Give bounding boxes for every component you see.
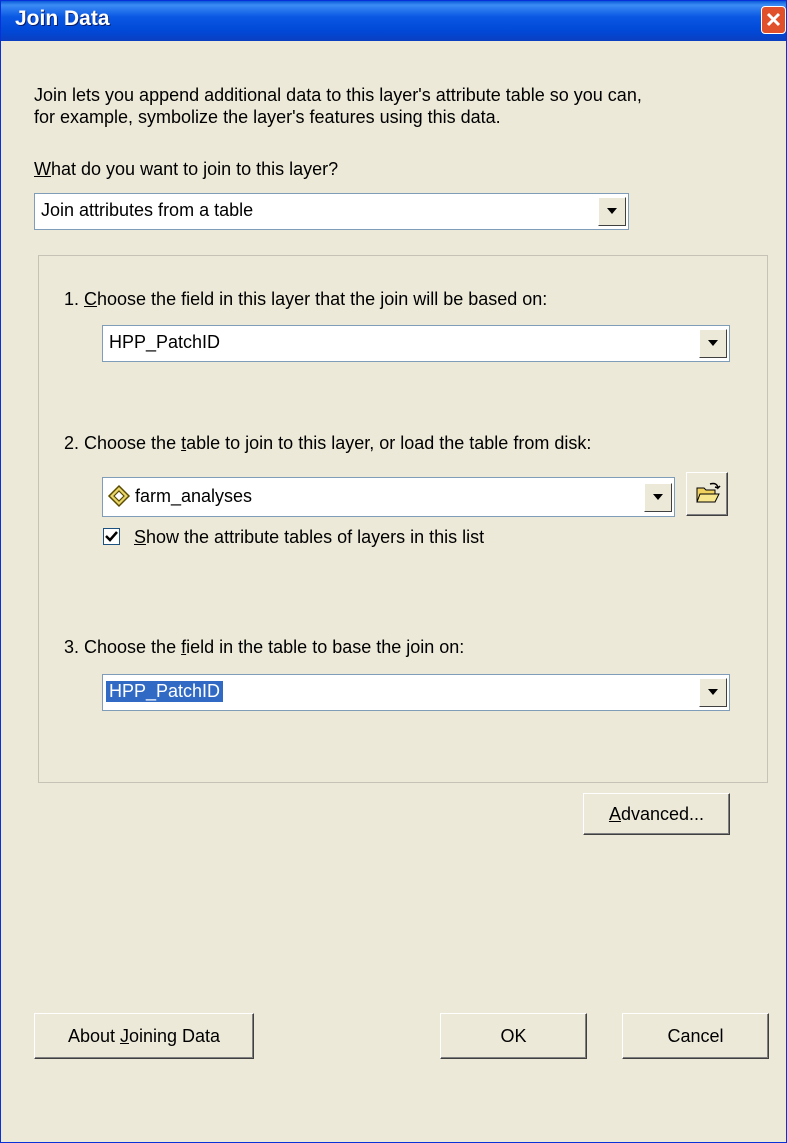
show-attribute-tables-checkbox[interactable] xyxy=(103,528,120,545)
step3-prefix: 3. Choose the xyxy=(64,637,182,657)
browse-table-button[interactable] xyxy=(686,472,728,516)
show-tables-text: how the attribute tables of layers in th… xyxy=(146,527,485,547)
advanced-button[interactable]: Advanced... xyxy=(583,793,730,835)
step3-label: 3. Choose the field in the table to base… xyxy=(64,637,464,658)
cancel-button[interactable]: Cancel xyxy=(622,1013,769,1059)
join-type-value: Join attributes from a table xyxy=(41,200,254,220)
accel-key: S xyxy=(134,527,147,547)
table-field-value: HPP_PatchID xyxy=(104,680,225,703)
advanced-text: dvanced... xyxy=(620,804,705,824)
about-text: oining Data xyxy=(128,1026,221,1046)
title-bar[interactable]: Join Data xyxy=(1,1,786,41)
ok-button[interactable]: OK xyxy=(440,1013,587,1059)
accel-key: J xyxy=(119,1026,129,1046)
step2-label: 2. Choose the table to join to this laye… xyxy=(64,433,591,454)
join-question-text: hat do you want to join to this layer? xyxy=(51,159,339,179)
step1-text: hoose the field in this layer that the j… xyxy=(97,289,548,309)
step2-prefix: 2. Choose the xyxy=(64,433,182,453)
layer-field-dropdown[interactable]: HPP_PatchID xyxy=(102,325,730,362)
join-table-dropdown[interactable]: farm_analyses xyxy=(102,477,675,517)
dropdown-arrow-button[interactable] xyxy=(644,483,672,512)
chevron-down-icon xyxy=(708,340,718,346)
accel-key: W xyxy=(34,159,51,179)
chevron-down-icon xyxy=(653,494,663,500)
dropdown-arrow-button[interactable] xyxy=(699,329,727,358)
open-folder-icon xyxy=(696,482,721,503)
close-button[interactable] xyxy=(761,6,786,34)
close-icon xyxy=(766,12,781,27)
join-question-label: What do you want to join to this layer? xyxy=(34,159,338,180)
step1-label: 1. Choose the field in this layer that t… xyxy=(64,289,547,310)
accel-key: C xyxy=(84,289,98,309)
chevron-down-icon xyxy=(708,689,718,695)
layer-diamond-icon xyxy=(107,484,131,508)
step3-text: ield in the table to base the join on: xyxy=(186,637,465,657)
dialog-title: Join Data xyxy=(15,7,110,30)
about-joining-data-button[interactable]: About Joining Data xyxy=(34,1013,254,1059)
join-table-value: farm_analyses xyxy=(135,486,253,506)
dropdown-arrow-button[interactable] xyxy=(699,678,727,707)
step2-text: able to join to this layer, or load the … xyxy=(186,433,592,453)
accel-key: A xyxy=(608,804,621,824)
show-attribute-tables-label: Show the attribute tables of layers in t… xyxy=(134,527,484,548)
join-data-dialog: Join Data Join lets you append additiona… xyxy=(0,0,787,1143)
join-type-dropdown[interactable]: Join attributes from a table xyxy=(34,193,629,230)
step1-number: 1. xyxy=(64,289,85,309)
intro-line-1: Join lets you append additional data to … xyxy=(34,85,642,105)
about-prefix: About xyxy=(67,1026,120,1046)
intro-line-2: for example, symbolize the layer's featu… xyxy=(34,107,501,127)
layer-field-value: HPP_PatchID xyxy=(109,332,221,352)
table-field-dropdown[interactable]: HPP_PatchID xyxy=(102,674,730,711)
chevron-down-icon xyxy=(607,208,617,214)
dropdown-arrow-button[interactable] xyxy=(598,197,626,226)
checkmark-icon xyxy=(105,531,118,542)
